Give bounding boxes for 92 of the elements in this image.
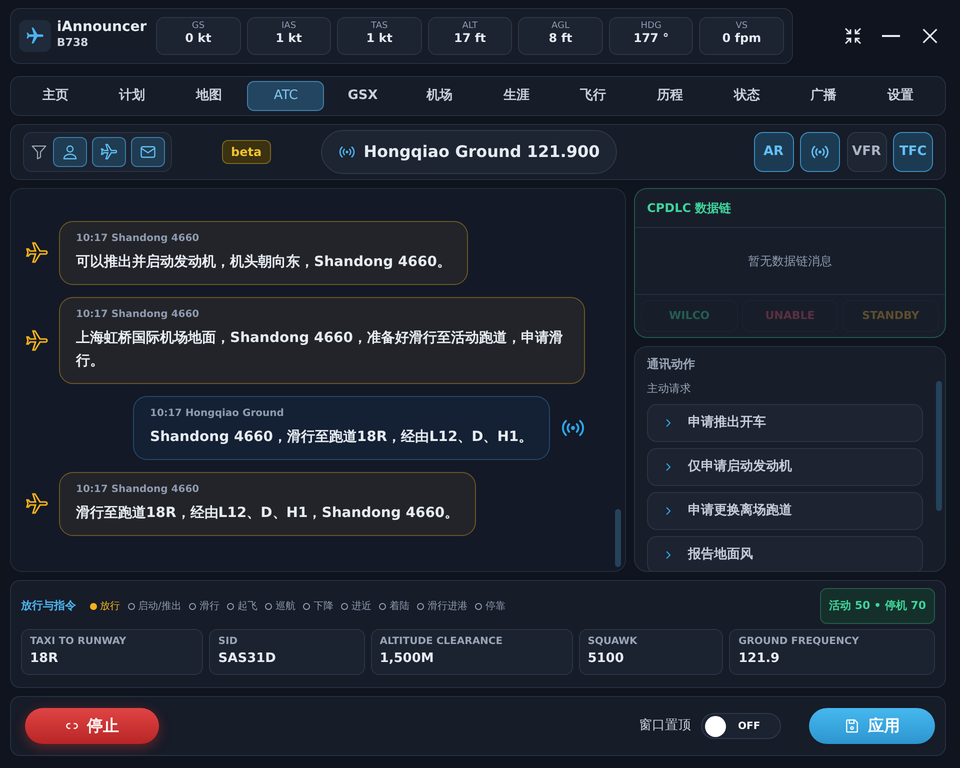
airplane-icon — [25, 492, 49, 516]
message-text: 上海虹桥国际机场地面，Shandong 4660，准备好滑行至活动跑道，申请滑行。 — [76, 329, 564, 372]
airplane-icon — [25, 328, 49, 353]
airplane-icon — [25, 241, 49, 266]
stop-button[interactable]: 停止 — [25, 708, 159, 744]
field-label: ALTITUDE CLEARANCE — [380, 635, 504, 649]
compress-icon — [842, 26, 862, 46]
airplane-icon — [100, 143, 118, 161]
action-item[interactable]: 申请更换离场跑道 — [647, 492, 923, 530]
message-text: 可以推出并启动发动机，机头朝向东，Shandong 4660。 — [76, 252, 451, 272]
radio-toggle[interactable] — [800, 132, 840, 172]
filter-toggle[interactable] — [92, 137, 126, 167]
app-name: iAnnouncer — [56, 20, 147, 36]
readout-label: ALT — [461, 22, 479, 32]
field-label: SID — [218, 635, 239, 649]
readout-label: AGL — [550, 22, 571, 32]
envelope-icon — [139, 143, 157, 161]
pin-toggle[interactable]: OFF — [701, 713, 781, 739]
readout-value: 8 ft — [548, 32, 574, 46]
pin-label: 窗口置顶 — [639, 717, 691, 736]
nav-tab[interactable]: 机场 — [401, 81, 478, 111]
airplane-icon — [24, 26, 45, 46]
action-item[interactable]: 仅申请启动发动机 — [647, 448, 923, 486]
readout-value: 1 kt — [274, 32, 303, 46]
message-text: 滑行至跑道18R，经由L12、D、H1，Shandong 4660。 — [76, 504, 459, 524]
phase-option[interactable]: 巡航 — [265, 598, 296, 614]
panel-title: CPDLC 数据链 — [635, 189, 945, 228]
message-meta: 10:17 Shandong 4660 — [76, 483, 200, 498]
filter-icon — [30, 143, 48, 161]
field-label: SQUAWK — [588, 635, 638, 649]
field-label: GROUND FREQUENCY — [738, 635, 860, 649]
nav-tab[interactable]: 主页 — [17, 81, 94, 111]
message-meta: 10:17 Hongqiao Ground — [150, 407, 285, 422]
aircraft-type: B738 — [56, 35, 90, 52]
readout-value: 177 ° — [632, 32, 670, 46]
phase-option[interactable]: 启动/推出 — [128, 598, 182, 614]
beta-badge: beta — [222, 140, 271, 164]
nav-tab[interactable]: 广播 — [785, 81, 862, 111]
phase-option[interactable]: 下降 — [303, 598, 334, 614]
message-meta: 10:17 Shandong 4660 — [76, 308, 200, 322]
mode-toggle[interactable]: TFC — [893, 132, 933, 172]
phase-option[interactable]: 滑行 — [189, 598, 220, 614]
nav-tab[interactable]: ATC — [247, 81, 324, 111]
phase-option[interactable]: 起飞 — [227, 598, 258, 614]
frequency-label: Hongqiao Ground 121.900 — [364, 141, 600, 163]
readout-value: 1 kt — [365, 32, 394, 46]
nav-tab[interactable]: 飞行 — [554, 81, 632, 111]
message-meta: 10:17 Shandong 4660 — [76, 232, 200, 246]
action-item[interactable]: 报告地面风 — [647, 536, 923, 571]
group-label: 主动请求 — [647, 381, 692, 397]
readout-value: 17 ft — [453, 32, 487, 46]
readout-label: TAS — [370, 22, 389, 32]
action-item[interactable]: 申请推出开车 — [647, 404, 923, 442]
nav-tab[interactable]: 历程 — [632, 81, 708, 111]
readout-label: IAS — [280, 22, 298, 32]
readout-label: GS — [190, 22, 206, 32]
scrollbar[interactable] — [936, 381, 942, 511]
minimize-icon — [882, 35, 900, 37]
nav-tab[interactable]: 地图 — [170, 81, 248, 111]
nav-tab[interactable]: 设置 — [862, 81, 939, 111]
field-value: SAS31D — [218, 650, 277, 668]
phase-option[interactable]: 停靠 — [475, 598, 506, 614]
mode-toggle[interactable]: VFR — [846, 132, 886, 172]
field-label: TAXI TO RUNWAY — [30, 635, 128, 649]
field-value: 5100 — [588, 650, 625, 668]
field-value: 1,500M — [380, 650, 435, 668]
nav-tab[interactable]: GSX — [324, 81, 402, 111]
filter-toggle[interactable] — [53, 137, 87, 167]
nav-tab[interactable]: 状态 — [708, 81, 786, 111]
nav-tab[interactable]: 生涯 — [478, 81, 555, 111]
panel-title: 通讯动作 — [647, 356, 696, 373]
readout-value: 0 kt — [184, 32, 212, 46]
scrollbar[interactable] — [615, 509, 621, 567]
readout-label: VS — [734, 22, 749, 32]
mode-toggle[interactable]: AR — [754, 132, 794, 172]
readout-label: HDG — [640, 22, 662, 32]
phase-option[interactable]: 放行 — [90, 598, 120, 614]
phase-option[interactable]: 滑行进港 — [417, 598, 468, 614]
readout-value: 0 fpm — [721, 32, 762, 46]
field-value: 18R — [30, 650, 60, 668]
filter-toggle[interactable] — [131, 137, 165, 167]
count-badge: 活动 50 • 停机 70 — [820, 588, 935, 624]
message-text: Shandong 4660，滑行至跑道18R，经由L12、D、H1。 — [150, 428, 533, 448]
phase-option[interactable]: 着陆 — [379, 598, 410, 614]
empty-message: 暂无数据链消息 — [635, 228, 945, 295]
save-icon — [844, 718, 860, 734]
compact-button[interactable] — [842, 26, 862, 46]
field-value: 121.9 — [738, 650, 781, 668]
person-icon — [61, 143, 79, 161]
section-title: 放行与指令 — [21, 598, 76, 614]
phase-option[interactable]: 进近 — [341, 598, 372, 614]
nav-tab[interactable]: 计划 — [94, 81, 171, 111]
